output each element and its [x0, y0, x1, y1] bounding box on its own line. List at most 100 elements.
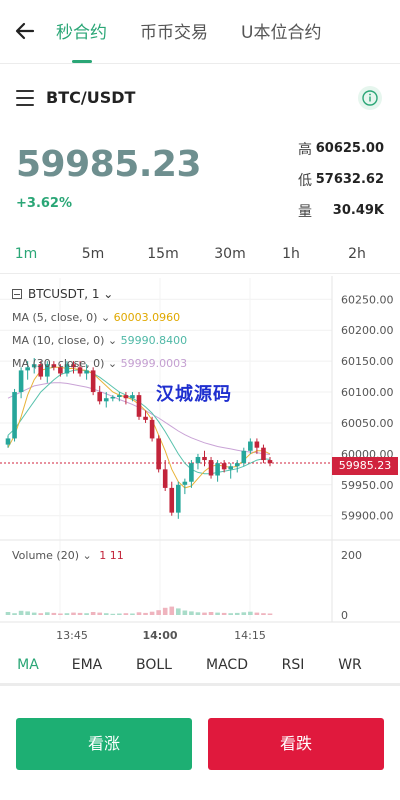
volume-bar — [97, 612, 102, 615]
candle-body — [215, 463, 220, 476]
volume-bar — [31, 612, 37, 615]
watermark: 汉城源码 — [156, 384, 232, 405]
chevron-down-icon[interactable]: ⌄ — [108, 334, 117, 347]
volume-indicator-value: 1 11 — [99, 549, 124, 562]
pair-title[interactable]: BTC/USDT — [46, 88, 135, 107]
candle-body — [110, 396, 116, 399]
volume-bar — [176, 608, 181, 615]
buy-up-button[interactable]: 看涨 — [16, 718, 192, 770]
sell-down-button[interactable]: 看跌 — [208, 718, 384, 770]
candle-body — [195, 456, 201, 464]
interval-5m[interactable]: 5m — [82, 246, 105, 262]
candle-body — [90, 370, 96, 393]
volume-bar — [18, 610, 24, 615]
volume-bar — [123, 613, 129, 615]
volume-bar — [189, 611, 194, 615]
candle-body — [241, 450, 247, 464]
volume-bar — [182, 610, 188, 615]
candle-body — [189, 463, 194, 482]
volume-label: 量 — [298, 204, 312, 220]
volume-bar — [25, 611, 30, 615]
indicator-ema[interactable]: EMA — [72, 657, 103, 673]
volume-bar — [12, 613, 17, 615]
price-tick-label: 60100.00 — [341, 386, 394, 399]
interval-tabs: 1m 5m 15m 30m 1h 2h — [0, 240, 400, 274]
ma10-value: 59990.8400 — [120, 334, 188, 347]
candle-body — [169, 487, 175, 513]
chevron-down-icon[interactable]: ⌄ — [101, 311, 110, 324]
back-arrow-icon[interactable] — [12, 18, 38, 44]
candle-body — [149, 419, 155, 439]
ma30-label: MA (30, close, 0) — [12, 357, 105, 370]
volume-bar — [241, 612, 247, 615]
volume-bar — [51, 612, 57, 615]
price-tick-label: 60200.00 — [341, 324, 394, 337]
volume-bar — [195, 612, 201, 615]
volume-legend: Volume (20) ⌄ 1 11 — [12, 549, 124, 562]
volume-tick-label: 0 — [341, 609, 348, 622]
ma10-label: MA (10, close, 0) — [12, 334, 105, 347]
interval-1h[interactable]: 1h — [282, 246, 300, 262]
volume-bar — [130, 613, 135, 615]
interval-15m[interactable]: 15m — [147, 246, 178, 262]
candle-body — [234, 463, 240, 467]
ma30-value: 59999.0003 — [120, 357, 188, 370]
volume-bar — [261, 613, 266, 615]
candle-body — [143, 416, 148, 420]
indicator-macd[interactable]: MACD — [206, 657, 248, 673]
volume-bar — [156, 610, 161, 615]
volume-bar — [58, 613, 63, 615]
price-tick-label: 60250.00 — [341, 293, 394, 306]
ma5-label: MA (5, close, 0) — [12, 311, 98, 324]
tab-usdt-futures[interactable]: U本位合约 — [241, 18, 321, 43]
chevron-down-icon[interactable]: ⌄ — [83, 549, 92, 562]
indicator-ma[interactable]: MA — [17, 657, 39, 673]
menu-icon[interactable] — [16, 90, 34, 106]
volume-value: 30.49K — [332, 203, 384, 218]
indicator-rsi[interactable]: RSI — [282, 657, 305, 673]
volume-bar — [143, 612, 148, 615]
volume-bar — [38, 613, 44, 615]
indicator-wr[interactable]: WR — [338, 657, 362, 673]
candle-body — [202, 456, 207, 461]
pair-bar: BTC/USDT — [0, 80, 400, 120]
volume-bar — [45, 612, 50, 615]
chevron-down-icon[interactable]: ⌄ — [99, 287, 113, 301]
volume-bar — [110, 613, 116, 615]
candle-body — [5, 438, 11, 445]
price-tick-label: 60150.00 — [341, 355, 394, 368]
candle-body — [221, 463, 227, 470]
last-price: 59985.23 — [16, 144, 202, 185]
collapse-legend-icon[interactable] — [12, 289, 22, 299]
volume-bar — [136, 612, 142, 615]
info-icon[interactable] — [358, 86, 382, 110]
interval-1m[interactable]: 1m — [15, 246, 38, 262]
volume-bar — [90, 612, 96, 615]
volume-bar — [77, 612, 83, 615]
candle-body — [97, 392, 102, 402]
interval-2h[interactable]: 2h — [348, 246, 366, 262]
indicator-boll[interactable]: BOLL — [136, 657, 172, 673]
volume-bar — [215, 612, 220, 615]
volume-bar — [117, 613, 122, 615]
candle-body — [103, 398, 109, 402]
candle-body — [156, 438, 161, 470]
volume-bar — [162, 607, 168, 615]
candle-body — [261, 447, 266, 461]
high-value: 60625.00 — [315, 141, 384, 156]
volume-tick-label: 200 — [341, 549, 362, 562]
candle-body — [12, 392, 17, 439]
indicator-tabs: MA EMA BOLL MACD RSI WR — [0, 648, 400, 686]
candle-body — [130, 395, 135, 399]
volume-bars — [5, 606, 273, 615]
interval-30m[interactable]: 30m — [214, 246, 245, 262]
candle-body — [136, 395, 142, 417]
volume-bar — [64, 613, 70, 615]
chevron-down-icon[interactable]: ⌄ — [108, 357, 117, 370]
symbol-legend[interactable]: BTCUSDT, 1 ⌄ — [12, 287, 113, 301]
volume-bar — [149, 611, 155, 615]
candle-body — [248, 441, 253, 451]
volume-bar — [169, 606, 175, 615]
tab-spot-trading[interactable]: 币币交易 — [140, 18, 208, 43]
tab-second-contract[interactable]: 秒合约 — [56, 18, 107, 43]
